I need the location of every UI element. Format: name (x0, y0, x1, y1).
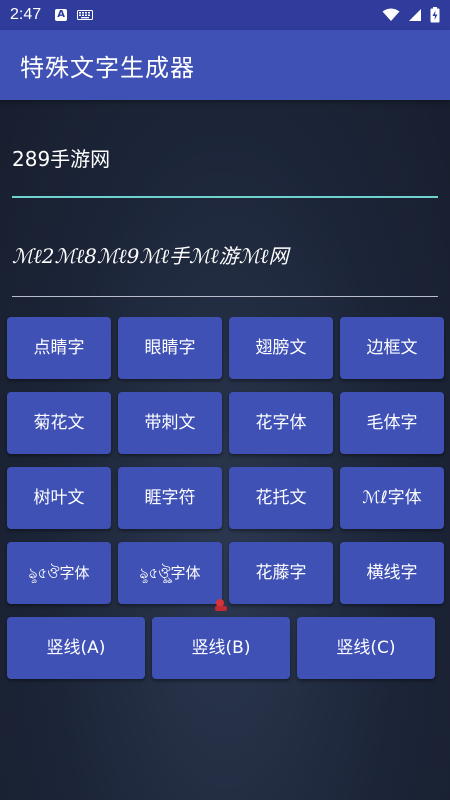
generated-text-output[interactable]: ℳℓ2ℳℓ8ℳℓ9ℳℓ手ℳℓ游ℳℓ网 (12, 240, 438, 274)
style-button-huateng[interactable]: 花藤字 (229, 542, 333, 604)
style-button-hengxian[interactable]: 横线字 (340, 542, 444, 604)
style-button-shuye[interactable]: 树叶文 (7, 467, 111, 529)
style-button-huatuo[interactable]: 花托文 (229, 467, 333, 529)
style-button-yazifu[interactable]: 睚字符 (118, 467, 222, 529)
vertical-line-c-button[interactable]: 竖线(C) (297, 617, 435, 679)
input-underline (12, 196, 438, 198)
style-button-juhua[interactable]: 菊花文 (7, 392, 111, 454)
status-bar: 2:47 A (0, 0, 450, 30)
vertical-line-button-row: 竖线(A) 竖线(B) 竖线(C) (7, 617, 437, 679)
output-underline (12, 296, 438, 297)
wifi-icon (382, 8, 400, 21)
style-button-ornament-a[interactable]: ৡ৫ঔ字体 (7, 542, 111, 604)
style-button-dianjing[interactable]: 点睛字 (7, 317, 111, 379)
battery-charging-icon (430, 7, 440, 23)
status-system-icons (382, 7, 440, 23)
app-title: 特殊文字生成器 (20, 53, 195, 82)
style-button-ornament-b[interactable]: ৡ৫ঔৣ字体 (118, 542, 222, 604)
style-button-yanjing[interactable]: 眼睛字 (118, 317, 222, 379)
background-figure-decor (215, 599, 227, 611)
style-button-daici[interactable]: 带刺文 (118, 392, 222, 454)
vertical-line-b-button[interactable]: 竖线(B) (152, 617, 290, 679)
style-button-grid: 点睛字 眼睛字 翅膀文 边框文 菊花文 带刺文 花字体 毛体字 树叶文 睚字符 … (7, 317, 444, 604)
app-bar: 特殊文字生成器 (0, 30, 450, 100)
status-notification-icons: A (55, 9, 94, 21)
signal-icon (409, 9, 421, 21)
source-text-input[interactable] (12, 140, 438, 174)
style-button-chibang[interactable]: 翅膀文 (229, 317, 333, 379)
style-button-huaziti[interactable]: 花字体 (229, 392, 333, 454)
accessibility-icon: A (55, 9, 68, 21)
style-button-ml-ziti[interactable]: ℳℓ字体 (340, 467, 444, 529)
style-button-biankuang[interactable]: 边框文 (340, 317, 444, 379)
status-time: 2:47 (10, 6, 42, 23)
style-button-maoti[interactable]: 毛体字 (340, 392, 444, 454)
keyboard-icon (77, 10, 94, 20)
vertical-line-a-button[interactable]: 竖线(A) (7, 617, 145, 679)
